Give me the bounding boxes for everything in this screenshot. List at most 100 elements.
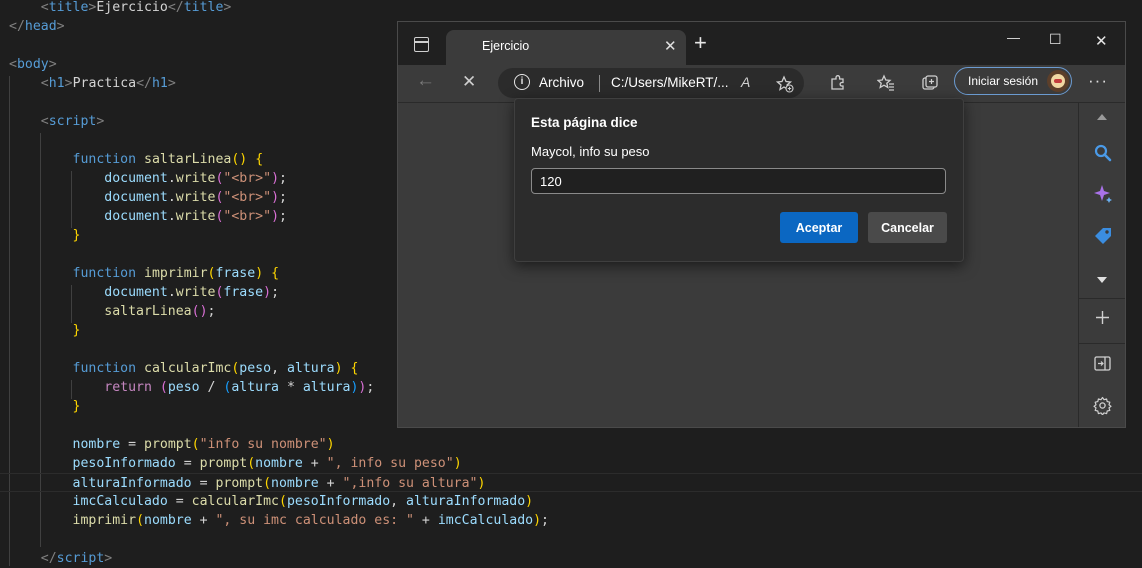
code-line[interactable]: document.write(frase);: [0, 283, 279, 302]
code-token: nombre: [72, 437, 121, 452]
code-token: altura: [302, 380, 351, 395]
code-token: altura: [286, 361, 335, 376]
new-tab-icon[interactable]: +: [694, 30, 707, 56]
code-line[interactable]: nombre = prompt("info su nombre"): [0, 435, 335, 454]
code-token: {: [350, 361, 359, 376]
code-line[interactable]: <h1>Practica</h1>: [0, 74, 176, 93]
scroll-down-icon[interactable]: [1096, 276, 1108, 284]
close-window-icon[interactable]: ✕: [1095, 32, 1108, 50]
maximize-icon[interactable]: ☐: [1049, 31, 1062, 48]
code-line[interactable]: <title>Ejercicio</title>: [0, 0, 232, 17]
code-line[interactable]: function calcularImc(peso, altura) {: [0, 359, 359, 378]
code-token: document: [104, 190, 168, 205]
code-token: "<br>": [223, 171, 272, 186]
code-line[interactable]: return (peso / (altura * altura));: [0, 378, 374, 397]
code-line[interactable]: imcCalculado = calcularImc(pesoInformado…: [0, 492, 534, 511]
back-icon[interactable]: ←: [416, 70, 435, 92]
code-token: prompt: [144, 437, 192, 452]
code-line[interactable]: [0, 416, 9, 435]
read-aloud-icon[interactable]: A: [741, 74, 750, 90]
code-line[interactable]: <body>: [0, 55, 57, 74]
code-token: ;: [366, 380, 375, 395]
code-line[interactable]: function saltarLinea() {: [0, 150, 264, 169]
code-line[interactable]: }: [0, 397, 81, 416]
code-line[interactable]: document.write("<br>");: [0, 207, 287, 226]
code-line[interactable]: [0, 340, 9, 359]
code-token: ;: [207, 304, 216, 319]
scroll-up-icon[interactable]: [1096, 113, 1108, 121]
code-token: ;: [279, 190, 287, 205]
code-line[interactable]: function imprimir(frase) {: [0, 264, 280, 283]
split-screen-icon[interactable]: [1094, 356, 1111, 371]
settings-icon[interactable]: [1093, 396, 1112, 415]
code-line[interactable]: document.write("<br>");: [0, 188, 287, 207]
sign-in-button[interactable]: Iniciar sesión: [954, 67, 1072, 95]
stop-loading-icon[interactable]: ✕: [462, 72, 476, 92]
code-line[interactable]: pesoInformado = prompt(nombre + ", info …: [0, 454, 462, 473]
code-token: saltarLinea: [104, 304, 192, 319]
code-line[interactable]: alturaInformado = prompt(nombre + ",info…: [0, 473, 1142, 492]
code-line[interactable]: [0, 36, 9, 55]
code-token: .: [167, 285, 176, 300]
code-line[interactable]: }: [0, 321, 81, 340]
code-line[interactable]: document.write("<br>");: [0, 169, 287, 188]
code-line[interactable]: saltarLinea();: [0, 302, 215, 321]
tab-ejercicio[interactable]: Ejercicio ✕: [446, 30, 686, 65]
title-bar: Ejercicio ✕ + — ☐ ✕: [398, 22, 1125, 65]
code-token: .: [167, 171, 176, 186]
add-favorite-icon[interactable]: [776, 75, 794, 93]
code-token: >: [223, 0, 232, 15]
address-separator: [599, 75, 600, 92]
code-token: (: [136, 513, 145, 528]
code-token: ;: [279, 171, 287, 186]
search-icon[interactable]: [1094, 144, 1112, 162]
code-line[interactable]: <script>: [0, 112, 105, 131]
tab-close-icon[interactable]: ✕: [664, 37, 677, 55]
code-token: head: [24, 19, 57, 34]
code-token: h1: [151, 76, 168, 91]
code-token: =: [120, 437, 144, 452]
code-line[interactable]: </script>: [0, 549, 112, 568]
code-line[interactable]: [0, 245, 9, 264]
code-token: ): [263, 285, 272, 300]
code-token: function: [72, 266, 144, 281]
code-token: }: [72, 399, 81, 414]
favorites-icon[interactable]: [877, 74, 895, 92]
code-token: (): [231, 152, 248, 167]
site-label: Archivo: [539, 75, 585, 90]
shopping-tag-icon[interactable]: [1093, 226, 1113, 246]
minimize-icon[interactable]: —: [1007, 30, 1020, 45]
cancel-button[interactable]: Cancelar: [868, 212, 947, 243]
code-token: +: [302, 456, 327, 471]
code-line[interactable]: [0, 93, 9, 112]
code-line[interactable]: imprimir(nombre + ", su imc calculado es…: [0, 511, 549, 530]
code-line[interactable]: [0, 530, 9, 549]
extensions-icon[interactable]: [829, 74, 847, 92]
code-token: imprimir: [72, 513, 137, 528]
code-token: (: [191, 437, 200, 452]
collections-icon[interactable]: [921, 74, 939, 92]
url-text[interactable]: C:/Users/MikeRT/...: [611, 75, 729, 90]
code-token: (): [191, 304, 208, 319]
info-icon[interactable]: i: [514, 74, 530, 90]
code-token: write: [175, 209, 216, 224]
code-token: (: [159, 380, 168, 395]
code-token: function: [72, 361, 144, 376]
code-line[interactable]: [0, 131, 9, 150]
prompt-input[interactable]: [531, 168, 946, 194]
address-bar[interactable]: i Archivo C:/Users/MikeRT/... A: [498, 68, 804, 98]
tab-actions-icon[interactable]: [414, 37, 429, 52]
code-token: script: [56, 551, 105, 566]
add-icon[interactable]: [1095, 310, 1110, 325]
more-options-icon[interactable]: ···: [1088, 71, 1108, 91]
code-line[interactable]: </head>: [0, 17, 65, 36]
copilot-icon[interactable]: [1093, 184, 1113, 204]
code-line[interactable]: }: [0, 226, 81, 245]
accept-button[interactable]: Aceptar: [780, 212, 858, 243]
